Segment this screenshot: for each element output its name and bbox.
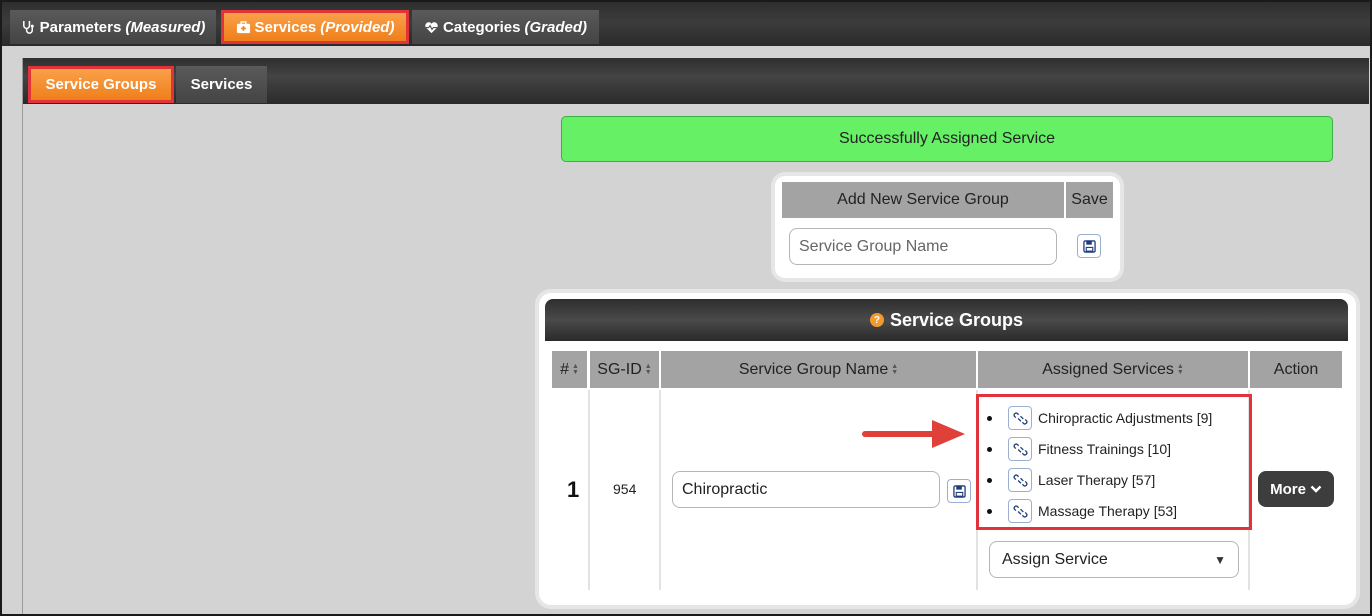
- bullet: [987, 415, 992, 421]
- tab-services-list[interactable]: Services: [176, 66, 267, 103]
- assigned-services-list: Chiropractic Adjustments [9] Fitness Tra…: [976, 394, 1252, 530]
- column-num-label: #: [560, 360, 569, 378]
- sub-tab-bar: Service Groups Services: [23, 58, 1369, 104]
- tab-categories-qualifier: (Graded): [524, 18, 588, 36]
- bullet: [987, 477, 992, 483]
- floppy-icon: [952, 484, 966, 498]
- annotation-arrow: [862, 420, 965, 448]
- list-item: Fitness Trainings [10]: [987, 437, 1171, 461]
- assigned-service-label: Chiropractic Adjustments [9]: [1038, 410, 1213, 426]
- add-group-header: Add New Service Group: [782, 182, 1064, 218]
- list-item: Chiropractic Adjustments [9]: [987, 406, 1212, 430]
- column-name-label: Service Group Name: [738, 360, 889, 378]
- column-sgid-label: SG-ID: [597, 360, 642, 378]
- unlink-icon[interactable]: [1008, 468, 1032, 492]
- list-item: Massage Therapy [53]: [987, 499, 1177, 523]
- tab-categories-label: Categories: [442, 18, 521, 36]
- tab-categories[interactable]: Categories (Graded): [412, 10, 599, 44]
- assign-service-dropdown[interactable]: Assign Service ▼: [989, 541, 1239, 578]
- group-name-field[interactable]: [672, 471, 940, 508]
- unlink-icon[interactable]: [1008, 499, 1032, 523]
- tab-services[interactable]: Services (Provided): [221, 10, 409, 44]
- sort-icon: ▲ ▼: [1176, 362, 1184, 376]
- service-groups-header: ? Service Groups: [545, 299, 1348, 341]
- more-button[interactable]: More: [1258, 471, 1334, 507]
- save-button[interactable]: [1077, 234, 1101, 258]
- chevron-down-icon: [1310, 485, 1322, 493]
- column-header-num[interactable]: # ▲ ▼: [552, 351, 587, 388]
- bullet: [987, 508, 992, 514]
- column-action-label: Action: [1273, 360, 1319, 378]
- tab-parameters-qualifier: (Measured): [125, 18, 206, 36]
- chevron-down-icon: ▼: [1214, 552, 1226, 567]
- column-divider: [659, 390, 661, 590]
- column-divider: [588, 390, 590, 590]
- tab-service-groups[interactable]: Service Groups: [28, 66, 174, 103]
- bullet: [987, 446, 992, 452]
- tab-services-label: Services: [254, 18, 317, 36]
- assigned-service-label: Laser Therapy [57]: [1038, 472, 1156, 488]
- top-tab-bar: Parameters (Measured) Services (Provided…: [2, 2, 1370, 46]
- add-service-group-form: Add New Service Group Save: [775, 176, 1120, 278]
- more-label: More: [1270, 480, 1306, 498]
- save-group-name-button[interactable]: [947, 479, 971, 503]
- row-sgid: 954: [613, 481, 637, 497]
- tab-parameters[interactable]: Parameters (Measured): [10, 10, 216, 44]
- tab-parameters-label: Parameters: [39, 18, 122, 36]
- app-frame: Parameters (Measured) Services (Provided…: [0, 0, 1372, 616]
- unlink-icon[interactable]: [1008, 437, 1032, 461]
- sort-icon: ▲ ▼: [644, 362, 652, 376]
- service-groups-title: Service Groups: [889, 309, 1024, 330]
- help-icon[interactable]: ?: [869, 313, 884, 327]
- medkit-icon: [236, 20, 250, 33]
- column-header-assigned[interactable]: Assigned Services ▲ ▼: [978, 351, 1248, 388]
- sort-icon: ▲ ▼: [891, 362, 899, 376]
- column-header-action: Action: [1250, 351, 1342, 388]
- heartbeat-icon: [425, 21, 438, 33]
- assigned-service-label: Fitness Trainings [10]: [1038, 441, 1172, 457]
- stethoscope-icon: [22, 20, 34, 34]
- success-message: Successfully Assigned Service: [561, 116, 1333, 162]
- unlink-icon[interactable]: [1008, 406, 1032, 430]
- row-number: 1: [567, 477, 580, 502]
- service-group-name-input[interactable]: [789, 228, 1057, 265]
- column-header-name[interactable]: Service Group Name ▲ ▼: [661, 351, 976, 388]
- column-header-sgid[interactable]: SG-ID ▲ ▼: [590, 351, 659, 388]
- assigned-service-label: Massage Therapy [53]: [1038, 503, 1178, 519]
- save-header: Save: [1066, 182, 1113, 218]
- list-item: Laser Therapy [57]: [987, 468, 1155, 492]
- column-assigned-label: Assigned Services: [1042, 360, 1174, 378]
- floppy-icon: [1082, 239, 1096, 253]
- tab-services-qualifier: (Provided): [320, 18, 395, 36]
- assign-service-label: Assign Service: [1002, 550, 1108, 568]
- sort-icon: ▲ ▼: [571, 362, 579, 376]
